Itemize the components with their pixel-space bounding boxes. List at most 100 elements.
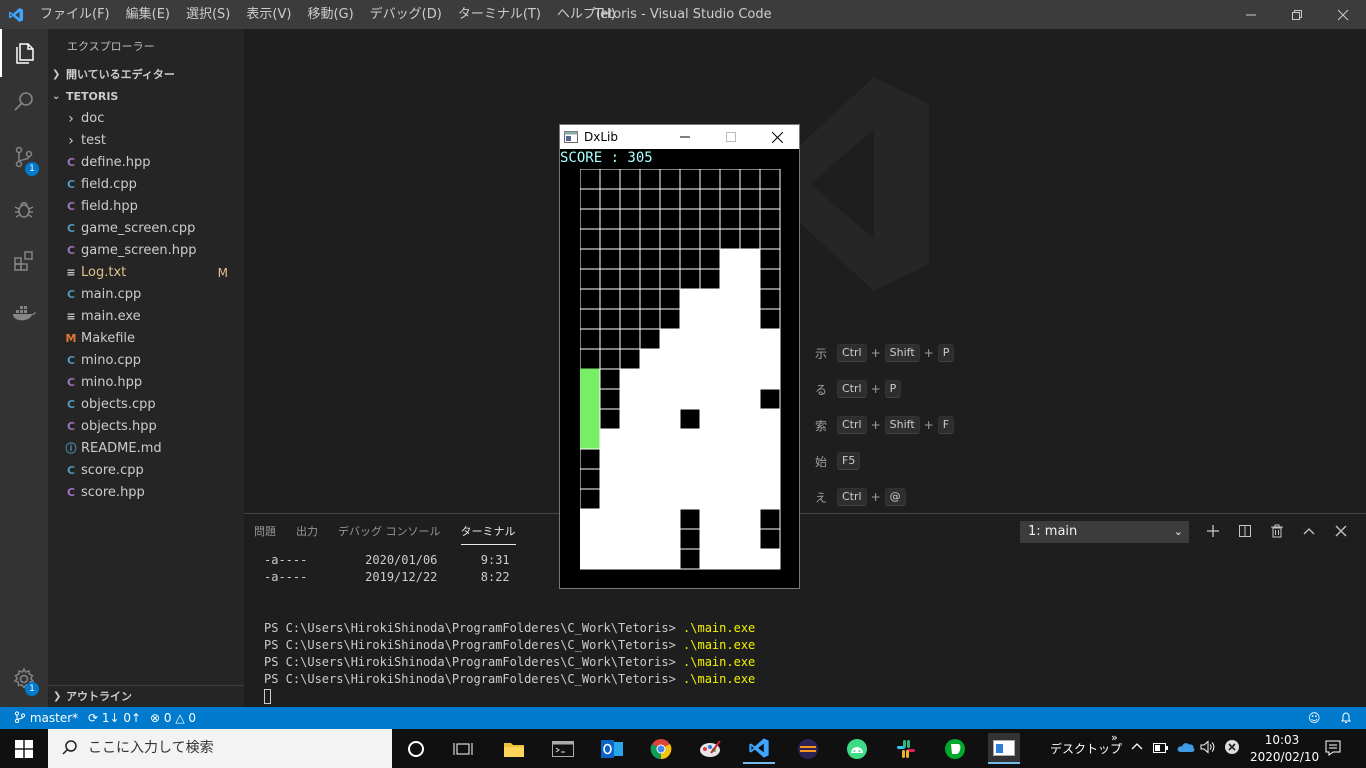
file-item[interactable]: Cmino.hpp: [48, 372, 244, 394]
board-cell-filled: [679, 328, 701, 350]
tray-chevron-up-icon[interactable]: [1131, 740, 1143, 754]
board-cell-empty: [679, 169, 701, 190]
board-cell-empty: [619, 288, 641, 310]
board-cell-filled: [639, 508, 661, 530]
battery-icon[interactable]: [1153, 742, 1169, 756]
menu-item[interactable]: デバッグ(D): [362, 0, 450, 29]
board-cell-empty: [580, 328, 601, 350]
new-terminal-icon[interactable]: [1201, 519, 1225, 543]
terminal-select[interactable]: 1: main ⌄: [1020, 521, 1189, 543]
file-item[interactable]: ≡ Log.txt M: [48, 262, 244, 284]
dxlib-taskbar-icon[interactable]: [988, 733, 1020, 764]
terminal-output[interactable]: -a---- 2020/01/06 9:31 -a---- 2019/12/22 …: [264, 552, 1354, 705]
evernote-icon[interactable]: [939, 733, 971, 764]
dxlib-maximize-button[interactable]: [708, 125, 754, 149]
menu-item[interactable]: 選択(S): [178, 0, 238, 29]
paint-app-icon[interactable]: [694, 733, 726, 764]
slack-icon[interactable]: [890, 733, 922, 764]
file-item[interactable]: Cfield.cpp: [48, 174, 244, 196]
file-item[interactable]: Cfield.hpp: [48, 196, 244, 218]
menu-item[interactable]: 表示(V): [238, 0, 299, 29]
panel-tab[interactable]: 問題: [244, 514, 286, 549]
volume-icon[interactable]: [1200, 740, 1216, 757]
file-item[interactable]: Cgame_screen.hpp: [48, 240, 244, 262]
file-item[interactable]: Cobjects.hpp: [48, 416, 244, 438]
eclipse-icon[interactable]: [792, 733, 824, 764]
onedrive-icon[interactable]: [1177, 741, 1195, 756]
file-item[interactable]: ⓘ README.md: [48, 438, 244, 460]
dxlib-minimize-button[interactable]: [662, 125, 708, 149]
board-cell-filled: [739, 368, 761, 390]
extensions-icon[interactable]: [0, 237, 48, 285]
open-editors-section[interactable]: ❯ 開いているエディター: [48, 64, 244, 86]
file-item[interactable]: Cdefine.hpp: [48, 152, 244, 174]
dxlib-window-title: DxLib: [584, 130, 618, 144]
panel-tab[interactable]: 出力: [286, 514, 328, 549]
file-item[interactable]: ≡ main.exe: [48, 306, 244, 328]
action-center-icon[interactable]: [1325, 740, 1341, 759]
outlook-icon[interactable]: [596, 733, 628, 764]
clock-time[interactable]: 10:03: [1262, 733, 1302, 747]
file-item[interactable]: Cobjects.cpp: [48, 394, 244, 416]
board-cell-empty: [580, 488, 601, 510]
menu-item[interactable]: 移動(G): [299, 0, 361, 29]
task-view-icon[interactable]: [447, 733, 479, 764]
close-panel-icon[interactable]: [1329, 519, 1353, 543]
file-item[interactable]: Cscore.cpp: [48, 460, 244, 482]
android-studio-icon[interactable]: [841, 733, 873, 764]
restore-button[interactable]: [1274, 0, 1320, 29]
file-item[interactable]: Cscore.hpp: [48, 482, 244, 504]
docker-icon[interactable]: [0, 289, 48, 337]
board-cell-empty: [599, 248, 621, 270]
clock-date[interactable]: 2020/02/10: [1250, 750, 1319, 764]
chrome-icon[interactable]: [645, 733, 677, 764]
panel-tab[interactable]: デバッグ コンソール: [328, 514, 451, 549]
minimize-button[interactable]: [1228, 0, 1274, 29]
project-section[interactable]: ⌄ TETORIS: [48, 86, 244, 108]
notifications-bell-icon[interactable]: [1340, 707, 1352, 729]
shortcut-label: る: [814, 382, 827, 397]
dxlib-title-bar: DxLib: [560, 125, 799, 149]
debug-icon[interactable]: [0, 185, 48, 233]
search-icon[interactable]: [0, 77, 48, 125]
file-item[interactable]: Cmain.cpp: [48, 284, 244, 306]
feedback-icon[interactable]: ☺: [1308, 707, 1321, 729]
chevron-down-icon: ⌄: [1173, 525, 1183, 538]
windows-start-icon[interactable]: [0, 729, 48, 768]
menu-item[interactable]: ファイル(F): [32, 0, 118, 29]
explorer-icon[interactable]: [0, 29, 48, 77]
close-button[interactable]: [1320, 0, 1366, 29]
board-cell-filled: [699, 288, 721, 310]
outline-section[interactable]: ❯ アウトライン: [48, 685, 244, 707]
board-cell-filled: [719, 308, 741, 330]
board-cell-filled: [679, 488, 701, 510]
problems-status[interactable]: ⊗ 0 △ 0: [150, 707, 196, 729]
menu-item[interactable]: 編集(E): [118, 0, 178, 29]
split-terminal-icon[interactable]: [1233, 519, 1257, 543]
panel-tab[interactable]: ターミナル: [451, 514, 526, 549]
sync-status[interactable]: ⟳ 1↓ 0↑: [88, 707, 141, 729]
taskbar-search-input[interactable]: ここに入力して検索: [48, 729, 392, 768]
board-cell-active-piece: [580, 408, 601, 430]
ime-off-icon[interactable]: [1224, 739, 1240, 758]
source-control-icon[interactable]: 1: [0, 133, 48, 181]
file-item[interactable]: Cmino.cpp: [48, 350, 244, 372]
file-item[interactable]: Cgame_screen.cpp: [48, 218, 244, 240]
board-cell-filled: [739, 528, 761, 550]
trash-icon[interactable]: [1265, 519, 1289, 543]
file-explorer-icon[interactable]: [498, 733, 530, 764]
vscode-taskbar-icon[interactable]: [743, 733, 775, 764]
maximize-panel-icon[interactable]: [1297, 519, 1321, 543]
folder-item[interactable]: › test: [48, 130, 244, 152]
sidebar-title: エクスプローラー: [67, 40, 155, 53]
command-prompt-icon[interactable]: [547, 733, 579, 764]
file-item[interactable]: M Makefile: [48, 328, 244, 350]
dxlib-close-button[interactable]: [754, 125, 800, 149]
settings-gear-icon[interactable]: 1: [0, 655, 48, 703]
toolbar-expand-icon[interactable]: »: [1111, 731, 1118, 744]
cortana-icon[interactable]: [400, 733, 432, 764]
folder-item[interactable]: › doc: [48, 108, 244, 130]
dxlib-game-window[interactable]: DxLib SCORE : 305: [559, 124, 800, 589]
board-cell-empty: [759, 308, 781, 330]
branch-status[interactable]: master*: [14, 707, 78, 729]
